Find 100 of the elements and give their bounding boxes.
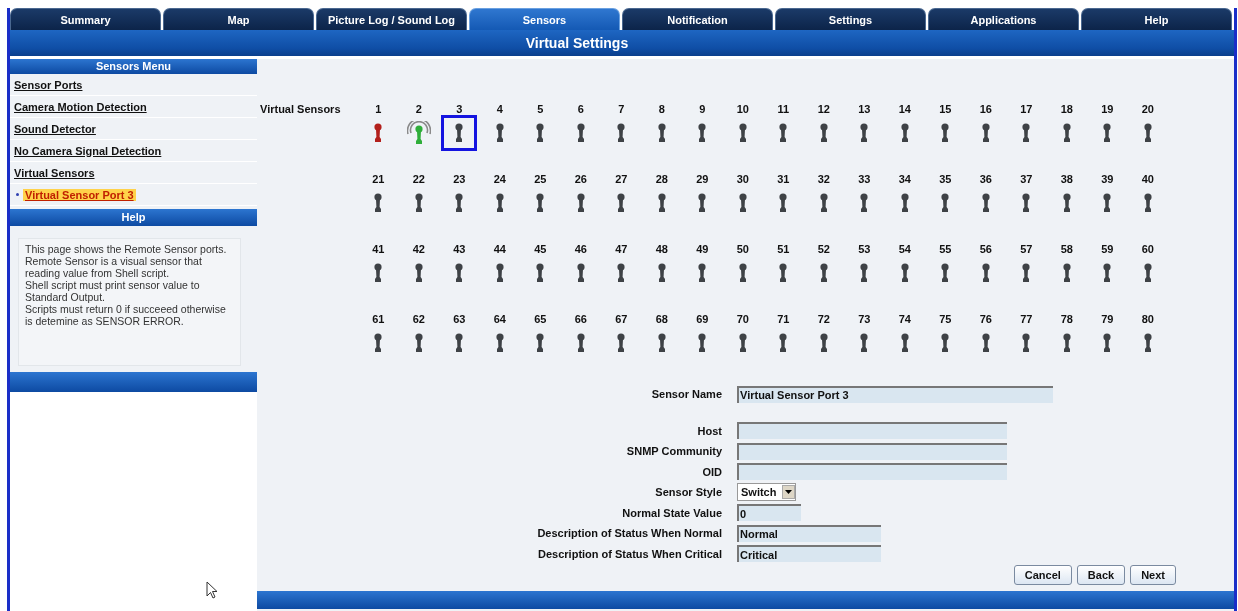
sensor-number: 79 (1101, 313, 1114, 325)
sensor-number: 57 (1020, 243, 1033, 255)
nav-tab[interactable]: Summary (10, 8, 161, 30)
sensor-number: 45 (534, 243, 547, 255)
sensor-number: 24 (493, 173, 506, 185)
nav-tab[interactable]: Map (163, 8, 314, 30)
sensor-number: 80 (1141, 313, 1154, 325)
sensor-number: 64 (493, 313, 506, 325)
form-button[interactable]: Next (1130, 565, 1176, 585)
menu-link[interactable]: Sensor Ports (14, 78, 83, 91)
nav-tab[interactable]: Applications (928, 8, 1079, 30)
sensor-number: 53 (858, 243, 871, 255)
sensor-number: 55 (939, 243, 952, 255)
nav-tab[interactable]: Help (1081, 8, 1232, 30)
sensor-slot[interactable] (441, 115, 478, 151)
sensor-number: 51 (777, 243, 790, 255)
nav-tab[interactable]: Sensors (469, 8, 620, 30)
sensor-number: 34 (898, 173, 911, 185)
sensor-number: 27 (615, 173, 628, 185)
sensor-number: 17 (1020, 103, 1033, 115)
sensor-number: 15 (939, 103, 952, 115)
style-dropdown[interactable]: Switch (737, 483, 797, 502)
sensor-number: 35 (939, 173, 952, 185)
form-button[interactable]: Back (1076, 565, 1126, 585)
menu-header: Sensors Menu (10, 59, 257, 74)
sensor-number: 21 (372, 173, 385, 185)
sensor-number: 54 (898, 243, 911, 255)
input-field[interactable]: Critical (737, 545, 881, 563)
sensor-number: 36 (979, 173, 992, 185)
sensor-number: 4 (496, 103, 503, 115)
sensors-label: Virtual Sensors (260, 103, 341, 115)
field-label: Host (696, 424, 723, 437)
input-field[interactable] (737, 422, 1007, 440)
field-label: SNMP Community (625, 445, 723, 458)
input-field[interactable] (737, 442, 1007, 460)
form-button[interactable]: Cancel (1013, 565, 1072, 585)
sensor-number: 37 (1020, 173, 1033, 185)
sensor-number: 1 (375, 103, 382, 115)
sensor-number: 72 (817, 313, 830, 325)
sensor-number: 63 (453, 313, 466, 325)
sensor-number: 19 (1101, 103, 1114, 115)
cursor-icon (206, 581, 218, 599)
sensor-number: 3 (456, 103, 463, 115)
menu-link[interactable]: Virtual Sensor Port 3 (23, 188, 136, 201)
sensor-number: 38 (1060, 173, 1073, 185)
sensor-number: 50 (736, 243, 749, 255)
sensor-number: 32 (817, 173, 830, 185)
sensor-number: 42 (412, 243, 425, 255)
help-header: Help (10, 209, 257, 226)
sensor-number: 67 (615, 313, 628, 325)
sensor-number: 11 (777, 103, 790, 115)
sensor-number: 74 (898, 313, 911, 325)
sensor-number: 12 (817, 103, 830, 115)
sensor-number: 14 (898, 103, 911, 115)
sensor-number: 48 (655, 243, 668, 255)
sensor-number: 18 (1060, 103, 1073, 115)
sensor-number: 75 (939, 313, 952, 325)
sensor-number: 6 (577, 103, 584, 115)
sensor-number: 29 (696, 173, 709, 185)
sensor-number: 70 (736, 313, 749, 325)
field-label: Description of Status When Normal (536, 527, 723, 540)
help-text: This page shows the Remote Sensor ports. Remote Sensor is a visual sensor that reading value from Shell script. Shell script must print sensor value to Standard Output. Scripts must return 0 if succeeed otherwise is detemine as SENSOR ERROR. (18, 238, 241, 366)
sensor-number: 39 (1101, 173, 1114, 185)
sensor-number: 77 (1020, 313, 1033, 325)
sensor-number: 5 (537, 103, 544, 115)
input-field[interactable]: Normal (737, 524, 881, 542)
field-label: Description of Status When Critical (537, 547, 723, 560)
sensor-number: 69 (696, 313, 709, 325)
sensor-number: 16 (979, 103, 992, 115)
field-label: Sensor Style (654, 486, 723, 499)
sensor-number: 8 (658, 103, 665, 115)
input-field[interactable] (737, 463, 1007, 481)
nav-tab[interactable]: Settings (775, 8, 926, 30)
sensor-number: 22 (412, 173, 425, 185)
menu-link[interactable]: Sound Detector (14, 122, 96, 135)
input-field[interactable]: Virtual Sensor Port 3 (737, 385, 1053, 403)
sensor-number: 60 (1141, 243, 1154, 255)
sensor-number: 62 (412, 313, 425, 325)
menu-link[interactable]: Camera Motion Detection (14, 100, 147, 113)
sensor-number: 10 (736, 103, 749, 115)
bullet-icon (16, 193, 19, 196)
sensor-number: 65 (534, 313, 547, 325)
sensor-number: 46 (574, 243, 587, 255)
field-label: OID (701, 465, 723, 478)
sensor-number: 9 (699, 103, 706, 115)
sensor-number: 71 (777, 313, 790, 325)
nav-tab[interactable]: Notification (622, 8, 773, 30)
sensor-number: 78 (1060, 313, 1073, 325)
sensor-number: 41 (372, 243, 385, 255)
input-field[interactable]: 0 (737, 504, 801, 522)
menu-link[interactable]: Virtual Sensors (14, 166, 95, 179)
sensor-number: 7 (618, 103, 625, 115)
sensor-number: 20 (1141, 103, 1154, 115)
menu-link[interactable]: No Camera Signal Detection (14, 144, 162, 157)
sensor-number: 58 (1060, 243, 1073, 255)
nav-tab[interactable]: Picture Log / Sound Log (316, 8, 467, 30)
sensor-number: 56 (979, 243, 992, 255)
sensor-number: 52 (817, 243, 830, 255)
sensor-number: 23 (453, 173, 466, 185)
page-title: Virtual Settings (525, 35, 629, 51)
